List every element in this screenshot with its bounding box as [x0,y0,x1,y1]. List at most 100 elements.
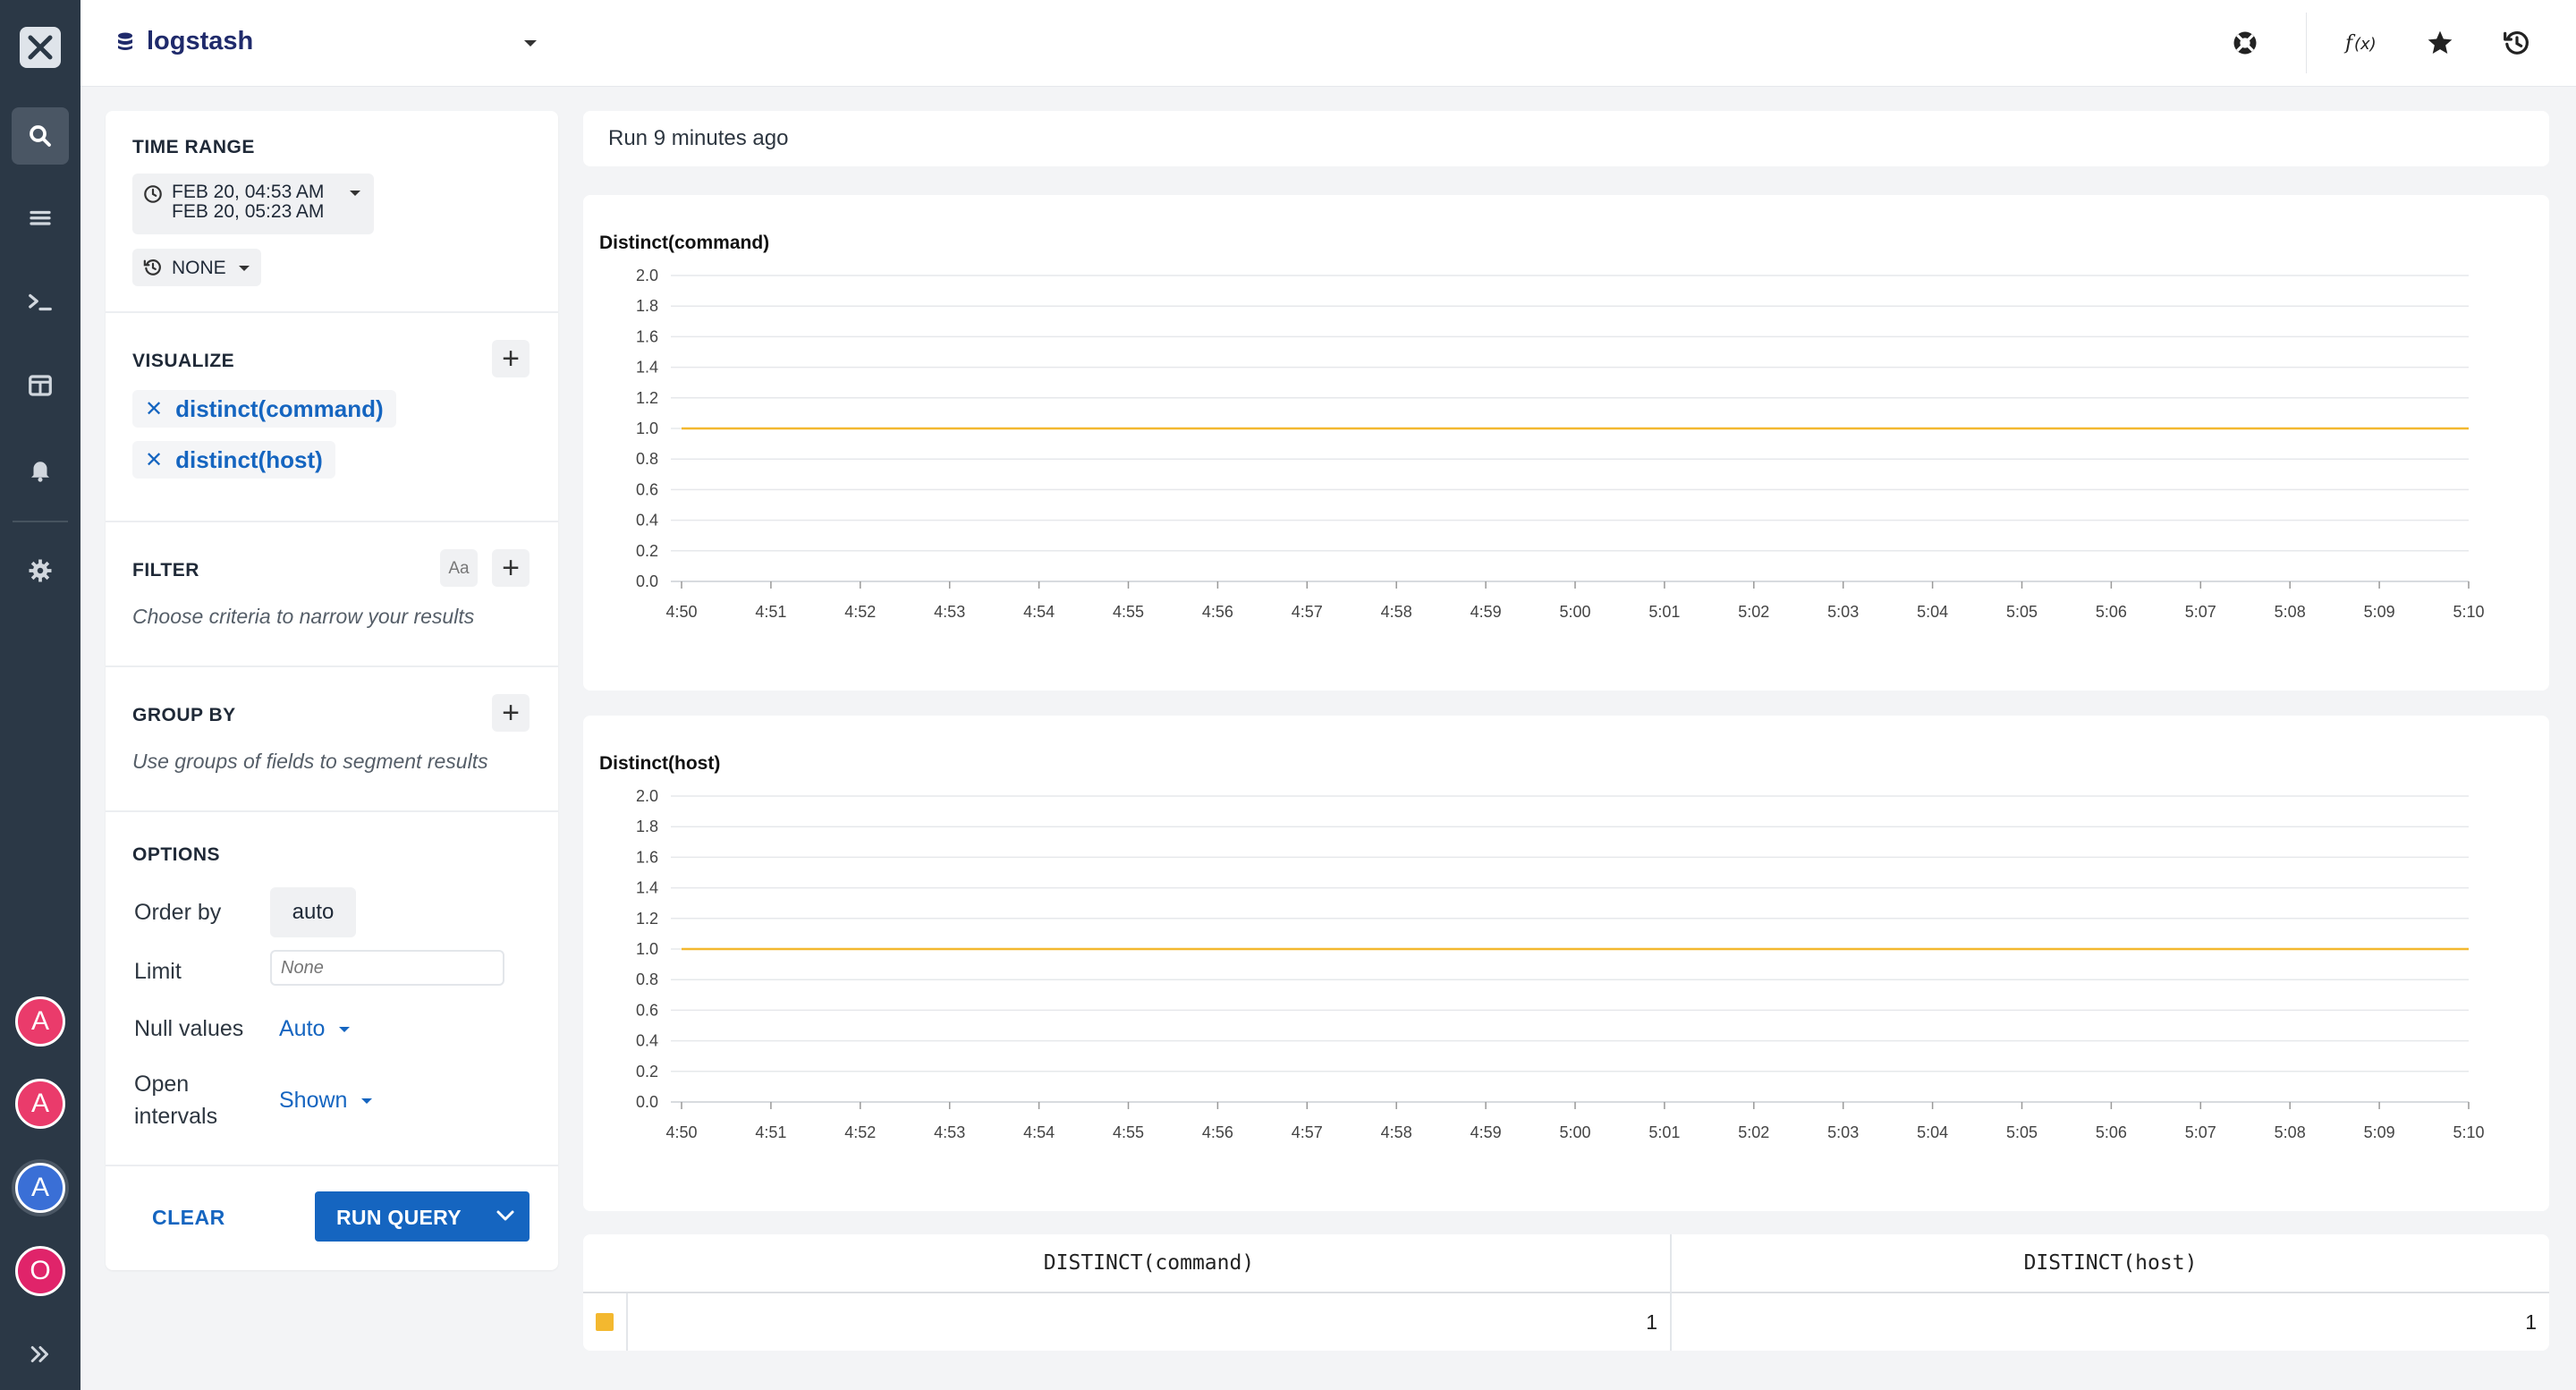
y-tick-label: 1.2 [636,910,658,928]
user-avatar[interactable]: A [15,996,65,1047]
order-by-label: Order by [134,900,222,925]
x-tick-label: 4:53 [934,603,965,621]
nav-console[interactable] [12,274,69,331]
dataset-name: logstash [147,27,254,55]
toolbar-separator [2306,13,2307,73]
time-range-title: TIME RANGE [132,137,255,157]
group-by-section: GROUP BY + Use groups of fields to segme… [106,665,558,812]
case-label: Aa [448,558,470,578]
terminal-icon [29,293,52,311]
favorite-button[interactable] [2422,25,2458,61]
user-avatar[interactable]: A [15,1079,65,1129]
x-tick-label: 4:57 [1292,1123,1323,1141]
order-by-dropdown[interactable]: auto [270,887,356,937]
y-tick-label: 0.0 [636,572,658,590]
y-tick-label: 0.2 [636,1063,658,1081]
x-tick-label: 5:10 [2453,603,2484,621]
x-tick-label: 4:54 [1023,1123,1055,1141]
null-values-dropdown[interactable]: Auto [279,1016,351,1042]
add-filter-button[interactable]: + [492,549,530,587]
open-intervals-dropdown[interactable]: Shown [279,1088,373,1114]
x-tick-label: 5:03 [1827,1123,1859,1141]
top-bar: logstash f (x) [80,0,2576,87]
table-header-cell[interactable]: DISTINCT(command) [628,1234,1670,1292]
table-header-cell[interactable]: DISTINCT(host) [1672,1234,2549,1292]
dashboard-icon [29,375,52,396]
formula-button[interactable]: f (x) [2343,25,2379,61]
order-by-value: auto [292,900,335,924]
help-button[interactable] [2227,25,2263,61]
nav-dashboards[interactable] [12,357,69,414]
y-tick-label: 1.4 [636,359,658,377]
database-icon [118,32,132,50]
time-compare-value: NONE [172,258,226,278]
x-tick-label: 5:04 [1917,1123,1948,1141]
remove-icon[interactable]: ✕ [145,396,163,422]
x-tick-label: 5:00 [1559,603,1590,621]
logo-x-icon [28,35,53,60]
visualize-item-label: distinct(host) [175,445,323,473]
run-query-label: RUN QUERY [336,1206,462,1229]
y-tick-label: 0.6 [636,480,658,498]
clear-button[interactable]: CLEAR [152,1206,225,1230]
x-tick-label: 5:02 [1738,1123,1769,1141]
nav-settings[interactable] [12,542,69,599]
x-tick-label: 4:51 [755,603,786,621]
plus-icon: + [502,342,520,376]
x-tick-label: 4:53 [934,1123,965,1141]
query-builder-panel: TIME RANGE FEB 20, 04:53 AM FEB 20, 05:2… [106,111,558,1270]
chevron-down-icon[interactable] [496,1209,515,1222]
filter-hint: Choose criteria to narrow your results [132,605,475,628]
list-icon [30,210,51,225]
y-tick-label: 0.8 [636,450,658,468]
chevrons-right-icon [30,1346,48,1362]
x-tick-label: 4:50 [665,603,697,621]
x-tick-label: 5:03 [1827,603,1859,621]
case-sensitivity-toggle[interactable]: Aa [440,549,478,587]
time-range-to: FEB 20, 05:23 AM [172,201,325,222]
y-tick-label: 1.8 [636,818,658,835]
nav-monitors[interactable] [12,441,69,498]
dataset-dropdown-icon[interactable] [523,39,538,48]
run-query-button[interactable]: RUN QUERY [315,1191,530,1242]
x-tick-label: 4:59 [1470,1123,1502,1141]
y-tick-label: 0.0 [636,1093,658,1111]
clock-icon [144,185,162,203]
add-group-by-button[interactable]: + [492,694,530,732]
x-tick-label: 4:52 [844,1123,876,1141]
history-button[interactable] [2499,25,2535,61]
x-tick-label: 5:09 [2364,1123,2395,1141]
y-tick-label: 1.2 [636,389,658,407]
x-tick-label: 4:57 [1292,603,1323,621]
time-compare-dropdown[interactable]: NONE [132,249,261,286]
limit-input[interactable] [270,950,504,986]
nav-datasets[interactable] [12,191,69,248]
x-tick-label: 4:56 [1202,1123,1233,1141]
bell-icon [31,462,49,482]
y-tick-label: 1.6 [636,848,658,866]
lifebuoy-icon [2233,31,2257,55]
nav-query-builder[interactable] [12,107,69,165]
x-tick-label: 5:07 [2185,603,2216,621]
x-tick-label: 5:10 [2453,1123,2484,1141]
add-visualization-button[interactable]: + [492,340,530,377]
y-tick-label: 1.4 [636,879,658,897]
user-avatar[interactable]: O [15,1246,65,1296]
options-title: OPTIONS [132,844,221,865]
visualize-item[interactable]: ✕ distinct(host) [132,441,335,479]
run-status-text: Run 9 minutes ago [608,126,789,150]
chart-card-host: Distinct(host) 2.0 1.8 1.6 1.4 1.2 1.0 0.8 0.6 0… [583,716,2549,1211]
x-tick-label: 5:01 [1648,603,1680,621]
expand-nav-button[interactable] [12,1326,69,1383]
remove-icon[interactable]: ✕ [145,447,163,473]
visualize-item[interactable]: ✕ distinct(command) [132,390,396,428]
dataset-selector[interactable]: logstash [116,27,253,56]
left-nav: AAAO [0,0,80,1390]
null-values-label: Null values [134,1016,244,1041]
user-avatar[interactable]: A [15,1163,65,1213]
group-by-hint: Use groups of fields to segment results [132,750,488,773]
app-logo[interactable] [20,27,61,68]
time-range-picker[interactable]: FEB 20, 04:53 AM FEB 20, 05:23 AM [132,174,374,234]
y-tick-label: 1.0 [636,420,658,437]
series-color-swatch [596,1313,614,1331]
